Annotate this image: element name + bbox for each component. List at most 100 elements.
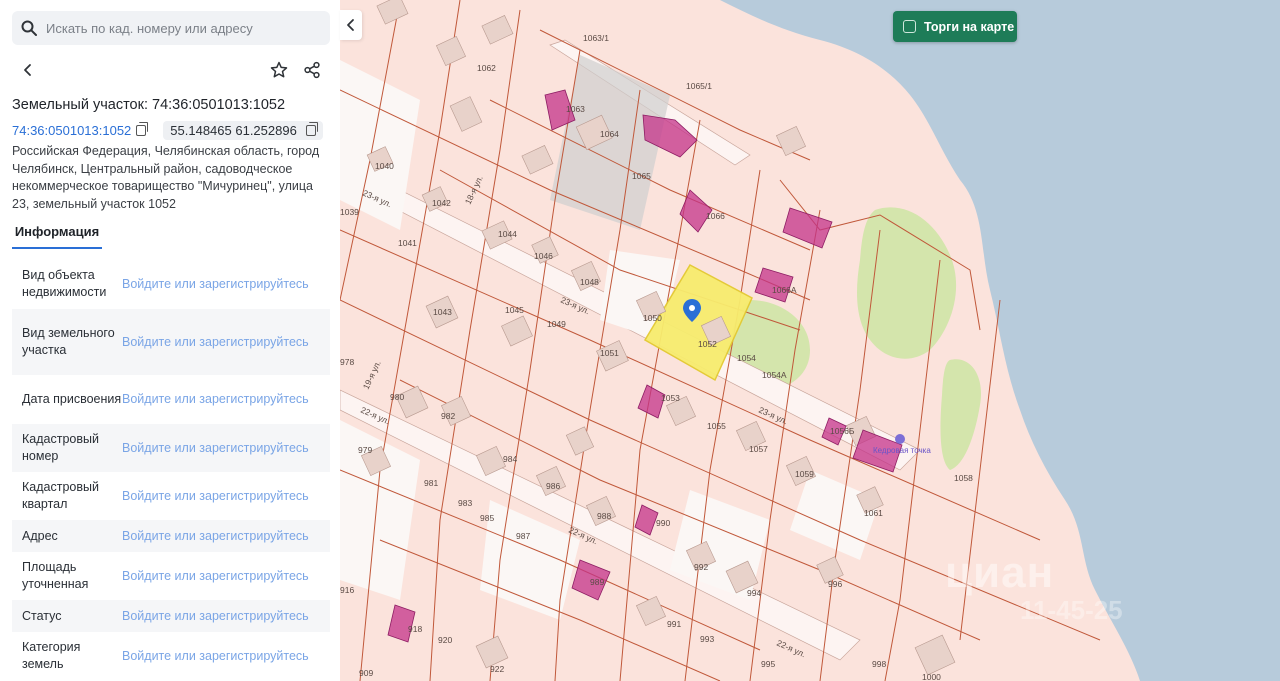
- parcel-number: 1054: [737, 353, 756, 363]
- collapse-panel-button[interactable]: [340, 10, 362, 40]
- login-link[interactable]: Войдите или зарегистрируйтесь: [122, 440, 309, 457]
- info-label: Площадь уточненная: [22, 560, 89, 591]
- parcel-number: 1066: [706, 211, 725, 221]
- copy-icon[interactable]: [305, 121, 318, 136]
- parcel-number: 1052: [698, 339, 717, 349]
- cadastral-map[interactable]: Кедровая точка 23-я ул. 23-я ул. 23-я ул…: [340, 0, 1280, 681]
- chevron-left-icon: [347, 19, 354, 31]
- street-label: 18-я ул.: [463, 174, 485, 206]
- cadastral-number-link[interactable]: 74:36:0501013:1052: [12, 123, 131, 138]
- parcel-number: 1063: [566, 104, 585, 114]
- parcel-number: 1039: [340, 207, 359, 217]
- login-link[interactable]: Войдите или зарегистрируйтесь: [122, 276, 309, 293]
- favorite-button[interactable]: [265, 56, 293, 84]
- parcel-number: 1049: [547, 319, 566, 329]
- parcel-number: 1040: [375, 161, 394, 171]
- login-link[interactable]: Войдите или зарегистрируйтесь: [122, 648, 309, 665]
- parcel-number: 1066А: [772, 285, 797, 295]
- parcel-number: 984: [503, 454, 517, 464]
- parcel-number: 1057: [749, 444, 768, 454]
- info-row: Категория земель Войдите или зарегистриру…: [12, 632, 330, 680]
- parcel-number: 993: [700, 634, 714, 644]
- parcel-identifiers: 74:36:0501013:1052 55.148465 61.252896: [12, 120, 323, 140]
- auction-toggle-label: Торги на карте: [924, 19, 1015, 34]
- poi-label: Кедровая точка: [873, 446, 931, 455]
- map-canvas[interactable]: Кедровая точка 23-я ул. 23-я ул. 23-я ул…: [340, 0, 1280, 681]
- parcel-number: 986: [546, 481, 560, 491]
- login-link[interactable]: Войдите или зарегистрируйтесь: [122, 391, 309, 408]
- parcel-title: Земельный участок: 74:36:0501013:1052: [12, 97, 286, 113]
- tab-info[interactable]: Информация: [12, 222, 102, 249]
- copy-icon[interactable]: [136, 121, 149, 136]
- parcel-number: 1058: [954, 473, 973, 483]
- share-button[interactable]: [298, 56, 326, 84]
- login-link[interactable]: Войдите или зарегистрируйтесь: [122, 334, 309, 351]
- parcel-number: 979: [358, 445, 372, 455]
- parcel-number: 991: [667, 619, 681, 629]
- parcel-number: 988: [597, 511, 611, 521]
- parcel-number: 1065/1: [686, 81, 712, 91]
- panel-toolbar: [12, 56, 330, 84]
- info-label: Вид земельного участка: [22, 326, 115, 357]
- parcel-number: 916: [340, 585, 354, 595]
- login-link[interactable]: Войдите или зарегистрируйтесь: [122, 488, 309, 505]
- watermark: циан: [945, 548, 1055, 597]
- parcel-number: 1059: [795, 469, 814, 479]
- parcel-number: 1043: [433, 307, 452, 317]
- parcel-number: 1063/1: [583, 33, 609, 43]
- parcel-number: 1000: [922, 672, 941, 681]
- parcel-number: 990: [656, 518, 670, 528]
- watermark-number: 11-45-25: [1020, 595, 1123, 625]
- parcel-number: 1061: [864, 508, 883, 518]
- parcel-number: 1041: [398, 238, 417, 248]
- login-link[interactable]: Войдите или зарегистрируйтесь: [122, 608, 309, 625]
- coordinates-badge[interactable]: 55.148465 61.252896: [163, 120, 323, 140]
- parcel-number: 1050: [643, 313, 662, 323]
- parcel-number: 1048: [580, 277, 599, 287]
- parcel-number: 980: [390, 392, 404, 402]
- info-label: Кадастровый номер: [22, 432, 99, 463]
- search-bar[interactable]: [12, 11, 330, 45]
- back-button[interactable]: [14, 56, 42, 84]
- parcel-number: 987: [516, 531, 530, 541]
- green-area: [940, 359, 981, 470]
- parcel-number: 1056Б: [830, 426, 855, 436]
- info-row: Статус Войдите или зарегистрируйтесь: [12, 600, 330, 632]
- auction-toggle-button[interactable]: Торги на карте: [893, 11, 1017, 42]
- parcel-number: 981: [424, 478, 438, 488]
- info-label: Категория земель: [22, 640, 81, 671]
- parcel-number: 996: [828, 579, 842, 589]
- green-area: [857, 207, 957, 359]
- parcel-number: 998: [872, 659, 886, 669]
- street-label: 19-я ул.: [361, 359, 383, 391]
- info-row: Вид объекта недвижимости Войдите или заре…: [12, 259, 330, 309]
- info-row: Адрес Войдите или зарегистрируйтесь: [12, 520, 330, 552]
- search-input[interactable]: [46, 20, 316, 36]
- info-row: Вид земельного участка Войдите или зареги…: [12, 309, 330, 375]
- checkbox-icon[interactable]: [903, 20, 916, 33]
- parcel-number: 1042: [432, 198, 451, 208]
- parcel-number: 995: [761, 659, 775, 669]
- parcel-number: 1054А: [762, 370, 787, 380]
- parcel-number: 1044: [498, 229, 517, 239]
- side-panel: Земельный участок: 74:36:0501013:1052 74…: [0, 0, 340, 681]
- parcel-number: 1065: [632, 171, 651, 181]
- parcel-number: 978: [340, 357, 354, 367]
- info-row: Кадастровый квартал Войдите или зарегистр…: [12, 472, 330, 520]
- search-icon: [21, 20, 37, 36]
- parcel-number: 922: [490, 664, 504, 674]
- login-link[interactable]: Войдите или зарегистрируйтесь: [122, 568, 309, 585]
- info-row: Дата присвоения Войдите или зарегистрируй…: [12, 375, 330, 424]
- parcel-number: 992: [694, 562, 708, 572]
- parcel-number: 1045: [505, 305, 524, 315]
- login-link[interactable]: Войдите или зарегистрируйтесь: [122, 528, 309, 545]
- parcel-number: 1053: [661, 393, 680, 403]
- info-label: Кадастровый квартал: [22, 480, 99, 511]
- info-row: Кадастровый номер Войдите или зарегистрир…: [12, 424, 330, 472]
- star-icon: [270, 61, 288, 78]
- share-icon: [304, 61, 320, 79]
- chevron-left-icon: [24, 64, 31, 76]
- parcel-number: 1064: [600, 129, 619, 139]
- info-label: Адрес: [22, 528, 58, 543]
- parcel-number: 989: [590, 577, 604, 587]
